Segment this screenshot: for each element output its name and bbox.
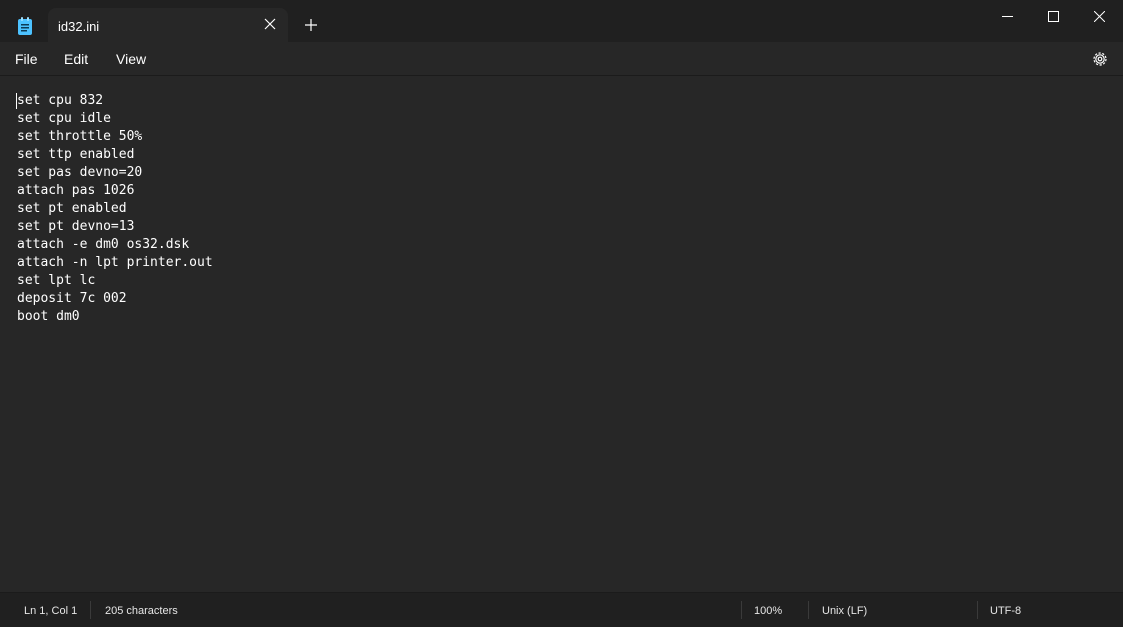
character-count: 205 characters xyxy=(105,605,178,617)
text-line: set throttle 50% xyxy=(17,129,143,144)
status-separator xyxy=(90,601,91,619)
gear-icon[interactable] xyxy=(1091,50,1109,68)
text-line: attach pas 1026 xyxy=(17,183,135,198)
menu-bar: File Edit View xyxy=(0,42,1123,75)
status-bar: Ln 1, Col 1 205 characters 100% Unix (LF… xyxy=(0,592,1123,627)
zoom-level[interactable]: 100% xyxy=(754,605,782,617)
notepad-icon xyxy=(18,17,32,35)
editor-content[interactable]: set cpu 832 set cpu idle set throttle 50% s… xyxy=(17,92,213,326)
text-line: attach -n lpt printer.out xyxy=(17,255,213,270)
menu-file[interactable]: File xyxy=(15,51,38,67)
text-line: set pt devno=13 xyxy=(17,219,135,234)
status-separator xyxy=(808,601,809,619)
status-separator xyxy=(977,601,978,619)
text-line: set cpu 832 xyxy=(17,93,104,108)
title-bar: id32.ini xyxy=(0,0,1123,42)
minimize-icon[interactable] xyxy=(984,0,1030,32)
text-editor[interactable]: set cpu 832 set cpu idle set throttle 50% s… xyxy=(0,75,1123,593)
close-icon[interactable] xyxy=(262,16,278,32)
status-separator xyxy=(741,601,742,619)
text-line: set cpu idle xyxy=(17,111,111,126)
text-line: set lpt lc xyxy=(17,273,96,288)
encoding[interactable]: UTF-8 xyxy=(990,605,1021,617)
maximize-icon[interactable] xyxy=(1030,0,1076,32)
cursor-position: Ln 1, Col 1 xyxy=(24,605,78,617)
plus-icon[interactable] xyxy=(301,15,321,35)
text-line: attach -e dm0 os32.dsk xyxy=(17,237,190,252)
text-line: boot dm0 xyxy=(17,309,80,324)
text-line: set pt enabled xyxy=(17,201,127,216)
close-icon[interactable] xyxy=(1076,0,1122,32)
tab-title: id32.ini xyxy=(58,19,100,34)
line-ending[interactable]: Unix (LF) xyxy=(822,605,867,617)
text-line: deposit 7c 002 xyxy=(17,291,127,306)
text-line: set pas devno=20 xyxy=(17,165,143,180)
text-line: set ttp enabled xyxy=(17,147,135,162)
menu-view[interactable]: View xyxy=(116,51,146,67)
menu-edit[interactable]: Edit xyxy=(64,51,88,67)
tab-id32-ini[interactable]: id32.ini xyxy=(48,8,288,42)
